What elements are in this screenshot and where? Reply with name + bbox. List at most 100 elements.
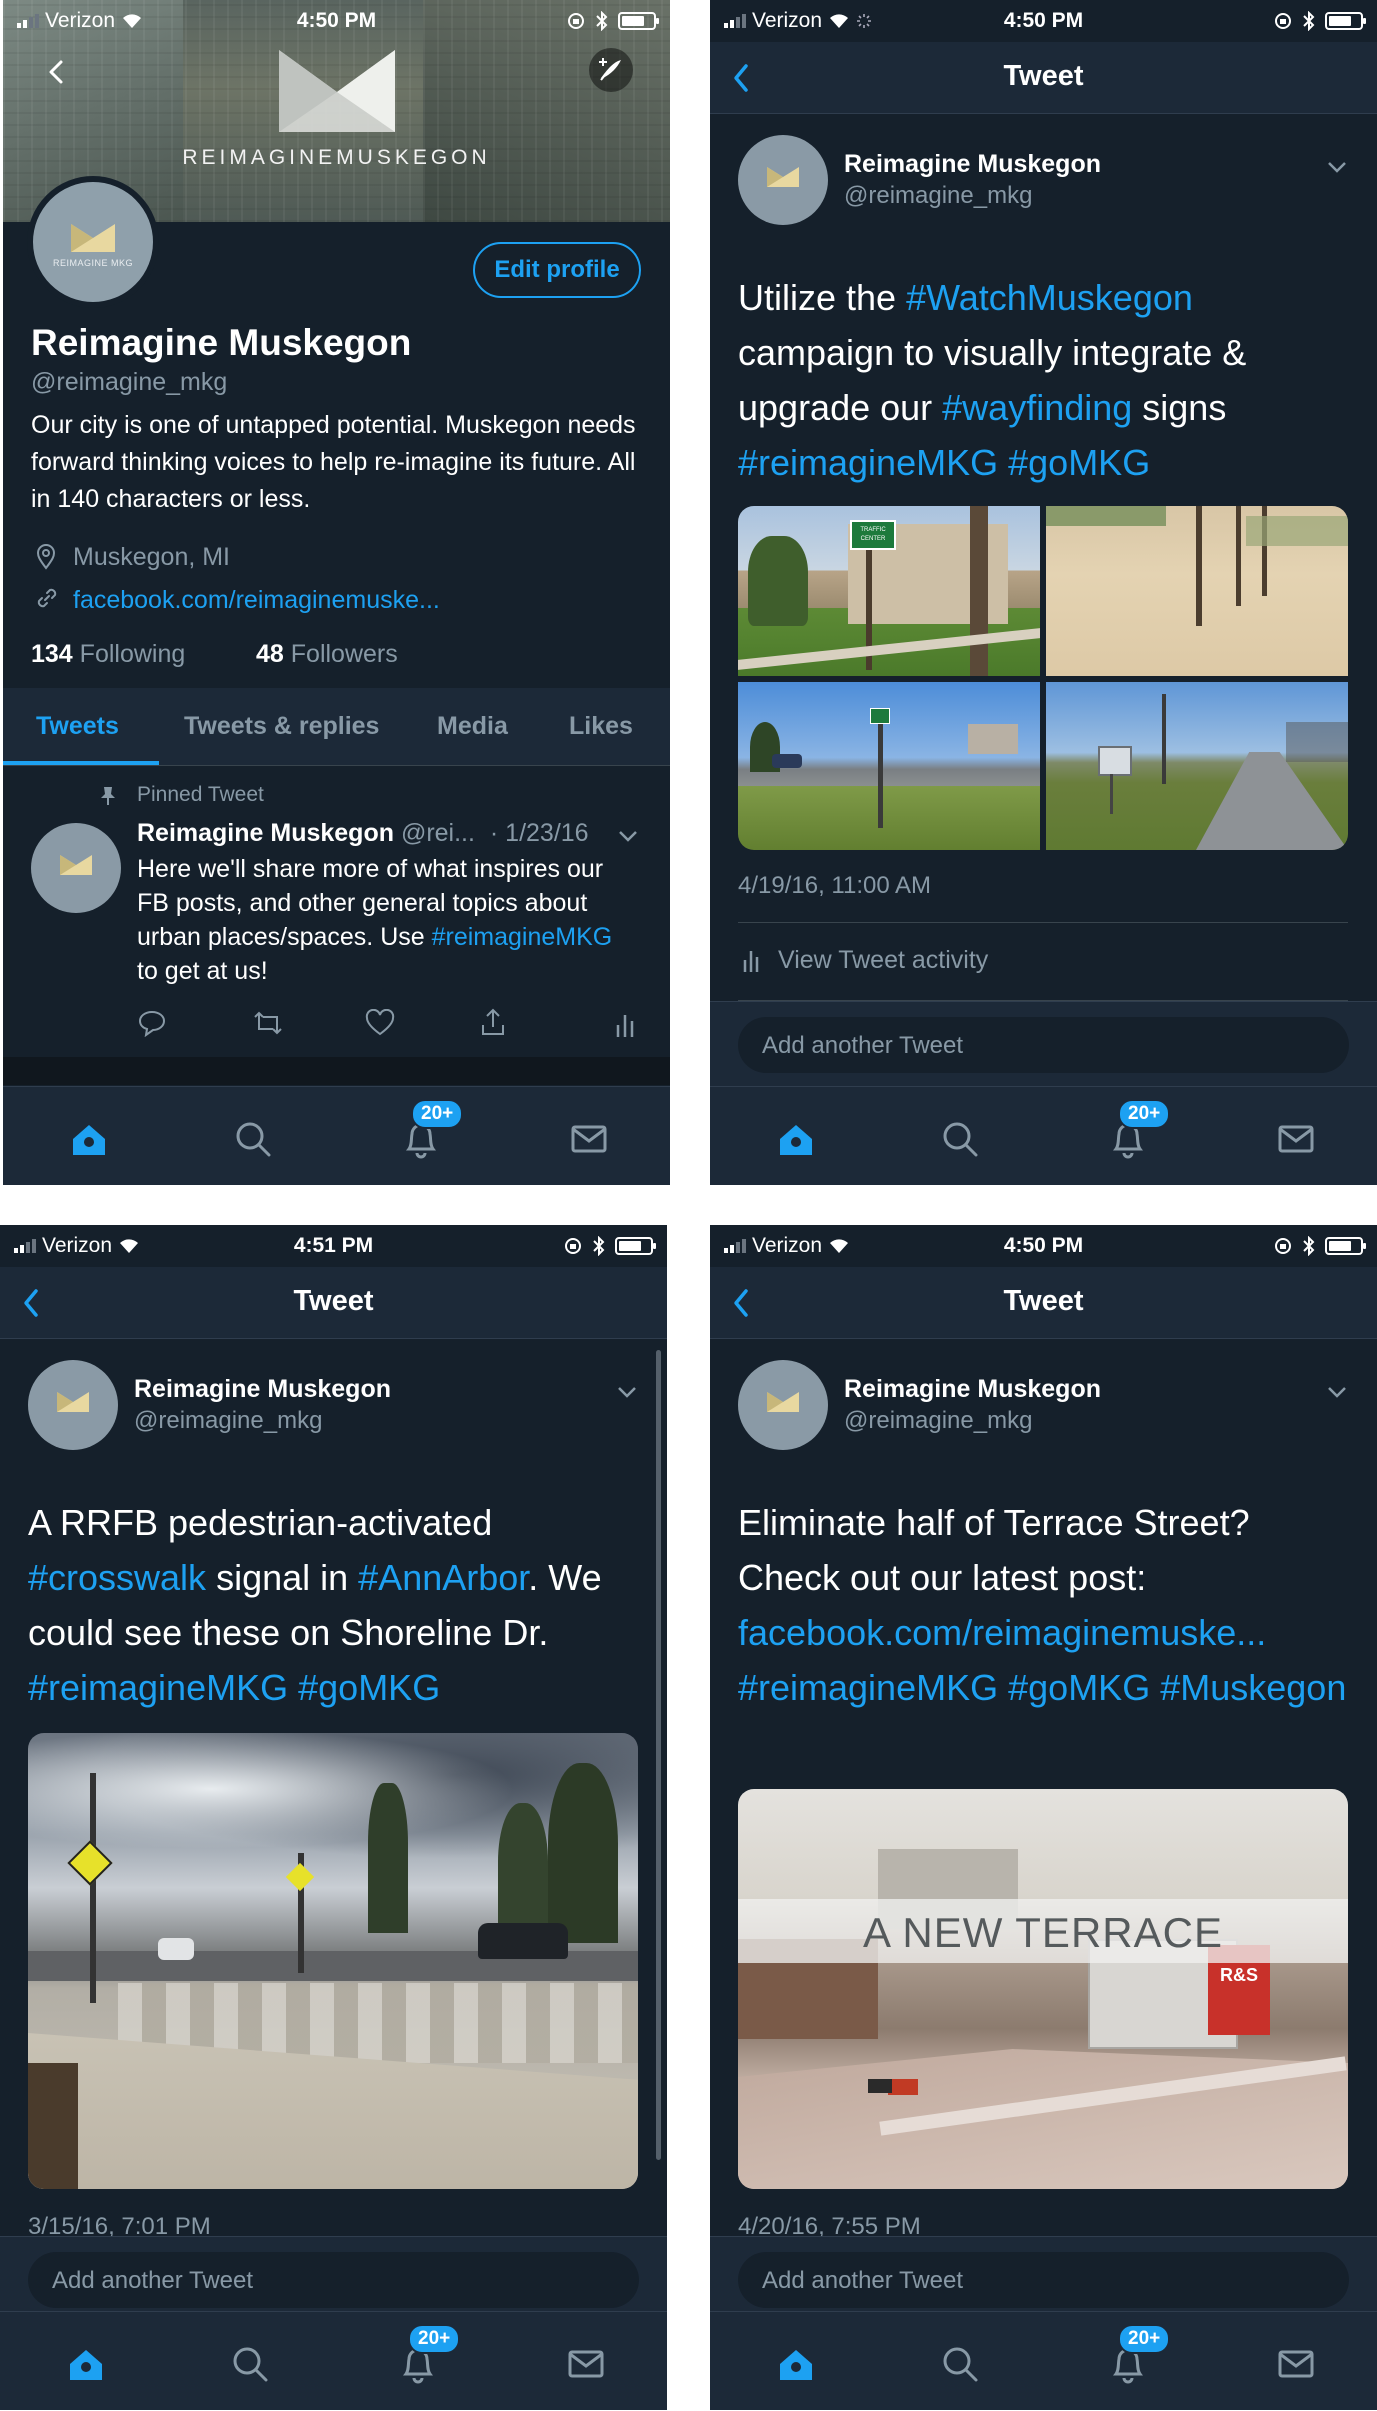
- followers-stat[interactable]: 48 Followers: [256, 640, 398, 669]
- tweet-timestamp: 4/19/16, 11:00 AM: [738, 872, 932, 899]
- home-icon[interactable]: [64, 2342, 108, 2386]
- author-name[interactable]: Reimagine Muskegon: [844, 150, 1101, 179]
- view-tweet-activity-link[interactable]: View Tweet activity: [778, 946, 988, 975]
- home-icon[interactable]: [774, 2342, 818, 2386]
- tweet-avatar[interactable]: [738, 135, 828, 225]
- photo-street-sign[interactable]: TRAFFIC CENTER: [738, 506, 1040, 676]
- caret-icon[interactable]: [1326, 1385, 1348, 1399]
- tab-tweets-replies[interactable]: Tweets & replies: [184, 712, 379, 741]
- battery-icon: [615, 1237, 656, 1255]
- author-handle[interactable]: @reimagine_mkg: [844, 182, 1032, 210]
- profile-avatar[interactable]: REIMAGINE MKG: [27, 176, 159, 308]
- followers-count: 48: [256, 640, 284, 668]
- edit-profile-button[interactable]: Edit profile: [473, 242, 641, 298]
- following-label: Following: [79, 640, 186, 668]
- tweet-text-part: [998, 1667, 1008, 1708]
- status-bar: Verizon 4:50 PM: [710, 1225, 1377, 1267]
- photo-crosswalk[interactable]: [28, 1733, 638, 2189]
- tab-tweets[interactable]: Tweets: [36, 712, 119, 741]
- photo-road-sign[interactable]: [738, 682, 1040, 850]
- avatar-logo-mark: [60, 855, 92, 875]
- add-another-tweet-input[interactable]: Add another Tweet: [738, 2252, 1349, 2308]
- search-icon[interactable]: [938, 2342, 982, 2386]
- caret-icon[interactable]: [617, 829, 639, 843]
- reply-icon[interactable]: [137, 1009, 167, 1037]
- add-tweet-bar: Add another Tweet: [710, 2236, 1377, 2321]
- tweet-text-part: [1150, 1667, 1160, 1708]
- tweet-avatar[interactable]: [28, 1360, 118, 1450]
- status-bar: Verizon 4:50 PM: [710, 0, 1377, 42]
- battery-icon: [1325, 12, 1366, 30]
- caret-icon[interactable]: [616, 1385, 638, 1399]
- retweet-icon[interactable]: [251, 1009, 285, 1037]
- pinned-author-name: Reimagine Muskegon: [137, 819, 394, 847]
- banner-logo-mark: [279, 50, 395, 132]
- tweet-text-part: Eliminate half of Terrace Street? Check …: [738, 1502, 1250, 1598]
- author-handle[interactable]: @reimagine_mkg: [844, 1407, 1032, 1435]
- home-icon[interactable]: [774, 1117, 818, 1161]
- nav-title: Tweet: [293, 1285, 374, 1317]
- pinned-avatar[interactable]: [31, 823, 121, 913]
- add-another-tweet-input[interactable]: Add another Tweet: [28, 2252, 639, 2308]
- activity-icon[interactable]: [615, 1011, 635, 1037]
- hashtag-gomkg[interactable]: #goMKG: [1008, 1667, 1150, 1708]
- author-name[interactable]: Reimagine Muskegon: [134, 1375, 391, 1404]
- notifications-badge: 20+: [1118, 1099, 1171, 1129]
- battery-icon: [1325, 1237, 1366, 1255]
- banner-logo-text: REIMAGINEMUSKEGON: [182, 146, 491, 169]
- followers-label: Followers: [290, 640, 398, 668]
- tab-bar: 20+: [710, 1086, 1377, 1185]
- hashtag-wayfinding[interactable]: #wayfinding: [942, 387, 1132, 428]
- hashtag-gomkg[interactable]: #goMKG: [1008, 442, 1150, 483]
- pinned-tweet[interactable]: Pinned Tweet Reimagine Muskegon @rei... …: [3, 767, 670, 1057]
- mail-icon[interactable]: [1274, 2342, 1318, 2386]
- pinned-author: Reimagine Muskegon @rei... · 1/23/16: [137, 819, 589, 848]
- pinned-author-handle: @rei...: [400, 819, 475, 847]
- photo-roadway[interactable]: [1046, 682, 1348, 850]
- share-icon[interactable]: [479, 1007, 507, 1037]
- hashtag-reimaginemkg[interactable]: #reimagineMKG: [738, 1667, 998, 1708]
- home-icon[interactable]: [67, 1117, 111, 1161]
- mail-icon[interactable]: [564, 2342, 608, 2386]
- author-handle[interactable]: @reimagine_mkg: [134, 1407, 322, 1435]
- hashtag-gomkg[interactable]: #goMKG: [298, 1667, 440, 1708]
- profile-website-link[interactable]: facebook.com/reimaginemuske...: [73, 586, 440, 615]
- author-name[interactable]: Reimagine Muskegon: [844, 1375, 1101, 1404]
- caret-icon[interactable]: [1326, 160, 1348, 174]
- orientation-lock-icon: [1275, 13, 1291, 29]
- hashtag-muskegon[interactable]: #Muskegon: [1160, 1667, 1346, 1708]
- like-icon[interactable]: [365, 1009, 395, 1037]
- hashtag-reimaginemkg[interactable]: #reimagineMKG: [738, 442, 998, 483]
- compose-button[interactable]: [589, 48, 633, 92]
- photo-new-terrace[interactable]: R&S A NEW TERRACE: [738, 1789, 1348, 2189]
- back-icon[interactable]: [43, 58, 71, 86]
- tweet-avatar[interactable]: [738, 1360, 828, 1450]
- mail-icon[interactable]: [567, 1117, 611, 1161]
- status-bar: Verizon 4:51 PM: [0, 1225, 667, 1267]
- notifications-badge: 20+: [408, 2324, 461, 2354]
- hashtag-reimaginemkg[interactable]: #reimagineMKG: [28, 1667, 288, 1708]
- facebook-link[interactable]: facebook.com/reimaginemuske...: [738, 1612, 1266, 1653]
- hashtag-crosswalk[interactable]: #crosswalk: [28, 1557, 206, 1598]
- add-another-tweet-input[interactable]: Add another Tweet: [738, 1017, 1349, 1073]
- search-icon[interactable]: [228, 2342, 272, 2386]
- following-stat[interactable]: 134 Following: [31, 640, 185, 669]
- tab-bar: 20+: [0, 2311, 667, 2410]
- mail-icon[interactable]: [1274, 1117, 1318, 1161]
- hashtag-watchmuskegon[interactable]: #WatchMuskegon: [906, 277, 1193, 318]
- pin-icon: [101, 787, 115, 805]
- avatar-logo-mark: [767, 1392, 799, 1412]
- scroll-indicator[interactable]: [656, 1350, 661, 2160]
- photo-sand-dune[interactable]: [1046, 506, 1348, 676]
- tab-likes[interactable]: Likes: [569, 712, 633, 741]
- pinned-hashtag[interactable]: #reimagineMKG: [432, 923, 613, 951]
- tweet-text: A RRFB pedestrian-activated #crosswalk s…: [28, 1495, 638, 1715]
- link-icon: [37, 588, 57, 608]
- activity-icon: [743, 951, 759, 972]
- hashtag-annarbor[interactable]: #AnnArbor: [358, 1557, 528, 1598]
- tab-media[interactable]: Media: [437, 712, 508, 741]
- tweet-screen-terrace: Verizon 4:50 PM Tweet Reimagine Muskegon…: [710, 1225, 1377, 2410]
- search-icon[interactable]: [938, 1117, 982, 1161]
- search-icon[interactable]: [231, 1117, 275, 1161]
- profile-screen: REIMAGINEMUSKEGON Verizon 4:50 PM REIMAG…: [3, 0, 670, 1185]
